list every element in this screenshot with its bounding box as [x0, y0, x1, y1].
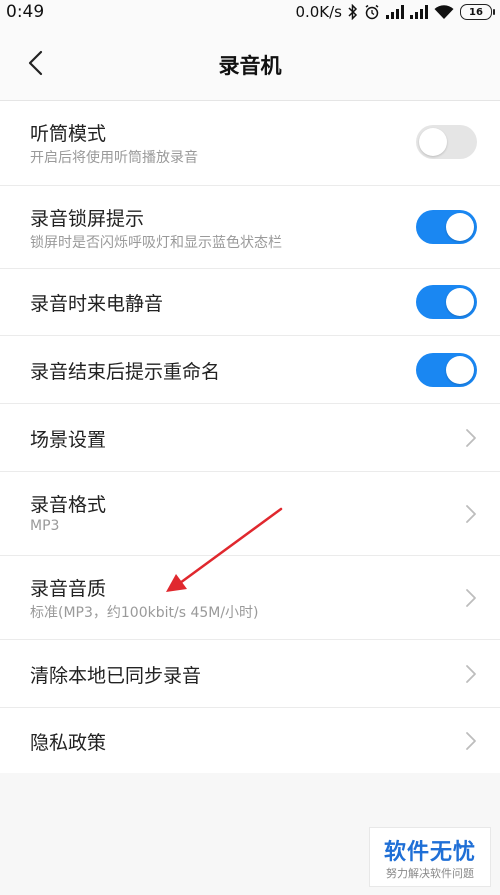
rename-prompt-toggle[interactable]: [416, 353, 477, 387]
status-bar: 0:49 0.0K/s 16: [0, 0, 500, 26]
setting-title: 隐私政策: [30, 732, 107, 754]
status-icons: 0.0K/s 16: [295, 3, 495, 21]
watermark-sub-text: 努力解决软件问题: [386, 867, 474, 880]
setting-title: 听筒模式: [30, 123, 107, 145]
setting-row-lockscreen-prompt[interactable]: 录音锁屏提示 锁屏时是否闪烁呼吸灯和显示蓝色状态栏: [0, 186, 500, 269]
signal-icon: [410, 5, 428, 19]
alarm-icon: [364, 4, 380, 20]
toggle-knob: [446, 213, 474, 241]
setting-row-mute-calls[interactable]: 录音时来电静音: [0, 269, 500, 336]
chevron-right-icon: [466, 589, 476, 607]
toggle-knob: [419, 128, 447, 156]
watermark-main-text: 软件无忧: [383, 840, 476, 865]
setting-subtitle: 开启后将使用听筒播放录音: [30, 150, 198, 166]
bluetooth-icon: [348, 4, 358, 20]
chevron-right-icon: [466, 665, 476, 683]
setting-subtitle: 锁屏时是否闪烁呼吸灯和显示蓝色状态栏: [30, 235, 282, 251]
setting-row-recording-quality[interactable]: 录音音质 标准(MP3，约100kbit/s 45M/小时): [0, 556, 500, 640]
chevron-right-icon: [466, 429, 476, 447]
setting-row-earpiece-mode[interactable]: 听筒模式 开启后将使用听筒播放录音: [0, 101, 500, 186]
setting-row-privacy-policy[interactable]: 隐私政策: [0, 708, 500, 773]
app-header: 录音机: [0, 26, 500, 101]
setting-title: 录音锁屏提示: [30, 208, 145, 230]
setting-subtitle: 标准(MP3，约100kbit/s 45M/小时): [30, 605, 259, 621]
setting-title: 录音格式: [30, 494, 107, 516]
setting-title: 录音音质: [30, 578, 107, 600]
earpiece-mode-toggle[interactable]: [416, 125, 477, 159]
battery-icon: 16: [460, 4, 495, 20]
watermark-logo: 软件无忧 努力解决软件问题: [369, 827, 491, 887]
wifi-icon: [434, 4, 454, 20]
toggle-knob: [446, 288, 474, 316]
setting-title: 录音时来电静音: [30, 293, 164, 315]
setting-title: 录音结束后提示重命名: [30, 361, 221, 383]
setting-row-scene-settings[interactable]: 场景设置: [0, 404, 500, 472]
setting-row-clear-synced[interactable]: 清除本地已同步录音: [0, 640, 500, 708]
network-speed: 0.0K/s: [295, 3, 342, 21]
setting-row-rename-prompt[interactable]: 录音结束后提示重命名: [0, 336, 500, 404]
battery-level: 16: [469, 6, 483, 18]
page-title: 录音机: [218, 54, 282, 78]
signal-icon: [386, 5, 404, 19]
toggle-knob: [446, 356, 474, 384]
chevron-right-icon: [466, 505, 476, 523]
setting-title: 清除本地已同步录音: [30, 665, 202, 687]
setting-subtitle: MP3: [30, 518, 60, 534]
setting-title: 场景设置: [30, 429, 107, 451]
status-time: 0:49: [6, 2, 45, 22]
settings-list: 听筒模式 开启后将使用听筒播放录音 录音锁屏提示 锁屏时是否闪烁呼吸灯和显示蓝色…: [0, 101, 500, 773]
setting-row-recording-format[interactable]: 录音格式 MP3: [0, 472, 500, 556]
mute-calls-toggle[interactable]: [416, 285, 477, 319]
chevron-right-icon: [466, 732, 476, 750]
lockscreen-prompt-toggle[interactable]: [416, 210, 477, 244]
